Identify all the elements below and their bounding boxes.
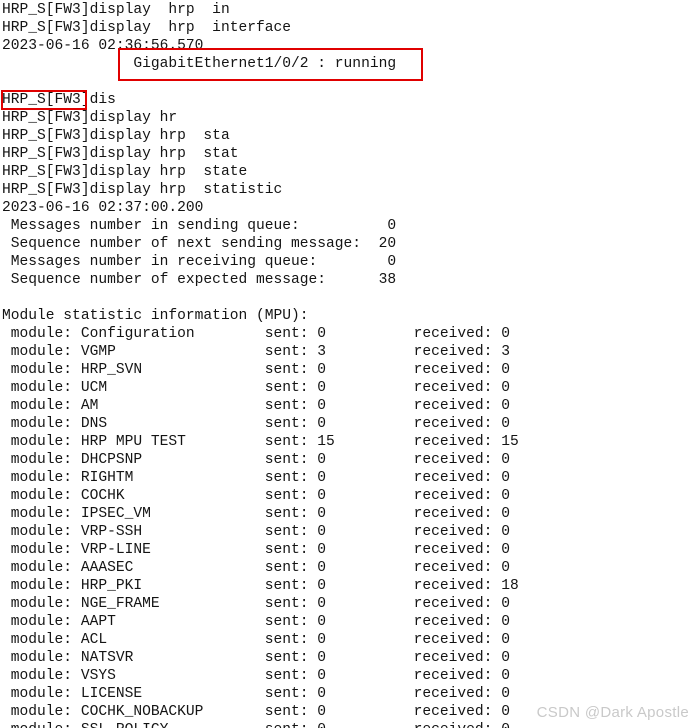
terminal-line-module-row: module: LICENSE sent: 0 received: 0 (2, 686, 510, 702)
terminal-output[interactable]: HRP_S[FW3]display hrp in HRP_S[FW3]displ… (0, 0, 693, 728)
terminal-line-module-row: module: VSYS sent: 0 received: 0 (2, 668, 510, 684)
terminal-line-module-row: module: COCHK_NOBACKUP sent: 0 received:… (2, 704, 510, 720)
terminal-line: HRP_S[FW3]display hrp in (2, 2, 230, 18)
terminal-line-interface-status: GigabitEthernet1/0/2 : running (2, 56, 397, 72)
terminal-line-module-row: module: HRP MPU TEST sent: 15 received: … (2, 434, 519, 450)
terminal-line-module-row: module: VRP-SSH sent: 0 received: 0 (2, 524, 510, 540)
terminal-line-module-row: module: DNS sent: 0 received: 0 (2, 416, 510, 432)
terminal-line: HRP_S[FW3]display hrp statistic (2, 182, 283, 198)
terminal-line-module-row: module: NGE_FRAME sent: 0 received: 0 (2, 596, 510, 612)
terminal-line-module-title: Module statistic information (MPU): (2, 308, 309, 324)
terminal-line-module-row: module: UCM sent: 0 received: 0 (2, 380, 510, 396)
terminal-line-module-row: module: DHCPSNP sent: 0 received: 0 (2, 452, 510, 468)
terminal-line: HRP_S[FW3]display hrp state (2, 164, 248, 180)
terminal-line: HRP_S[FW3]display hrp stat (2, 146, 239, 162)
terminal-line-timestamp: 2023-06-16 02:36:56.570 (2, 38, 204, 54)
terminal-line-queue-stat: Sequence number of next sending message:… (2, 236, 397, 252)
terminal-line-module-row: module: VGMP sent: 3 received: 3 (2, 344, 510, 360)
terminal-line-prompt: HRP_S[FW3]dis (2, 92, 116, 108)
terminal-line-module-row: module: HRP_PKI sent: 0 received: 18 (2, 578, 519, 594)
terminal-line-module-row: module: AM sent: 0 received: 0 (2, 398, 510, 414)
terminal-line-module-row: module: IPSEC_VM sent: 0 received: 0 (2, 506, 510, 522)
terminal-line-module-row: module: HRP_SVN sent: 0 received: 0 (2, 362, 510, 378)
terminal-line-module-row: module: VRP-LINE sent: 0 received: 0 (2, 542, 510, 558)
terminal-line-timestamp: 2023-06-16 02:37:00.200 (2, 200, 204, 216)
terminal-line-module-row: module: AAPT sent: 0 received: 0 (2, 614, 510, 630)
terminal-line-queue-stat: Sequence number of expected message: 38 (2, 272, 397, 288)
terminal-line-module-row: module: RIGHTM sent: 0 received: 0 (2, 470, 510, 486)
terminal-line-module-row: module: ACL sent: 0 received: 0 (2, 632, 510, 648)
terminal-screenshot: HRP_S[FW3]display hrp in HRP_S[FW3]displ… (0, 0, 693, 728)
terminal-line: HRP_S[FW3]display hrp interface (2, 20, 292, 36)
terminal-line-module-row: module: COCHK sent: 0 received: 0 (2, 488, 510, 504)
terminal-line: HRP_S[FW3]display hrp sta (2, 128, 230, 144)
terminal-line-queue-stat: Messages number in sending queue: 0 (2, 218, 397, 234)
terminal-line-queue-stat: Messages number in receiving queue: 0 (2, 254, 397, 270)
terminal-line-module-row: module: Configuration sent: 0 received: … (2, 326, 510, 342)
terminal-line-module-row: module: NATSVR sent: 0 received: 0 (2, 650, 510, 666)
terminal-line-module-row: module: AAASEC sent: 0 received: 0 (2, 560, 510, 576)
terminal-line: HRP_S[FW3]display hr (2, 110, 178, 126)
terminal-line-module-row-clipped: module: SSL_POLICY sent: 0 received: 0 (0, 721, 693, 728)
